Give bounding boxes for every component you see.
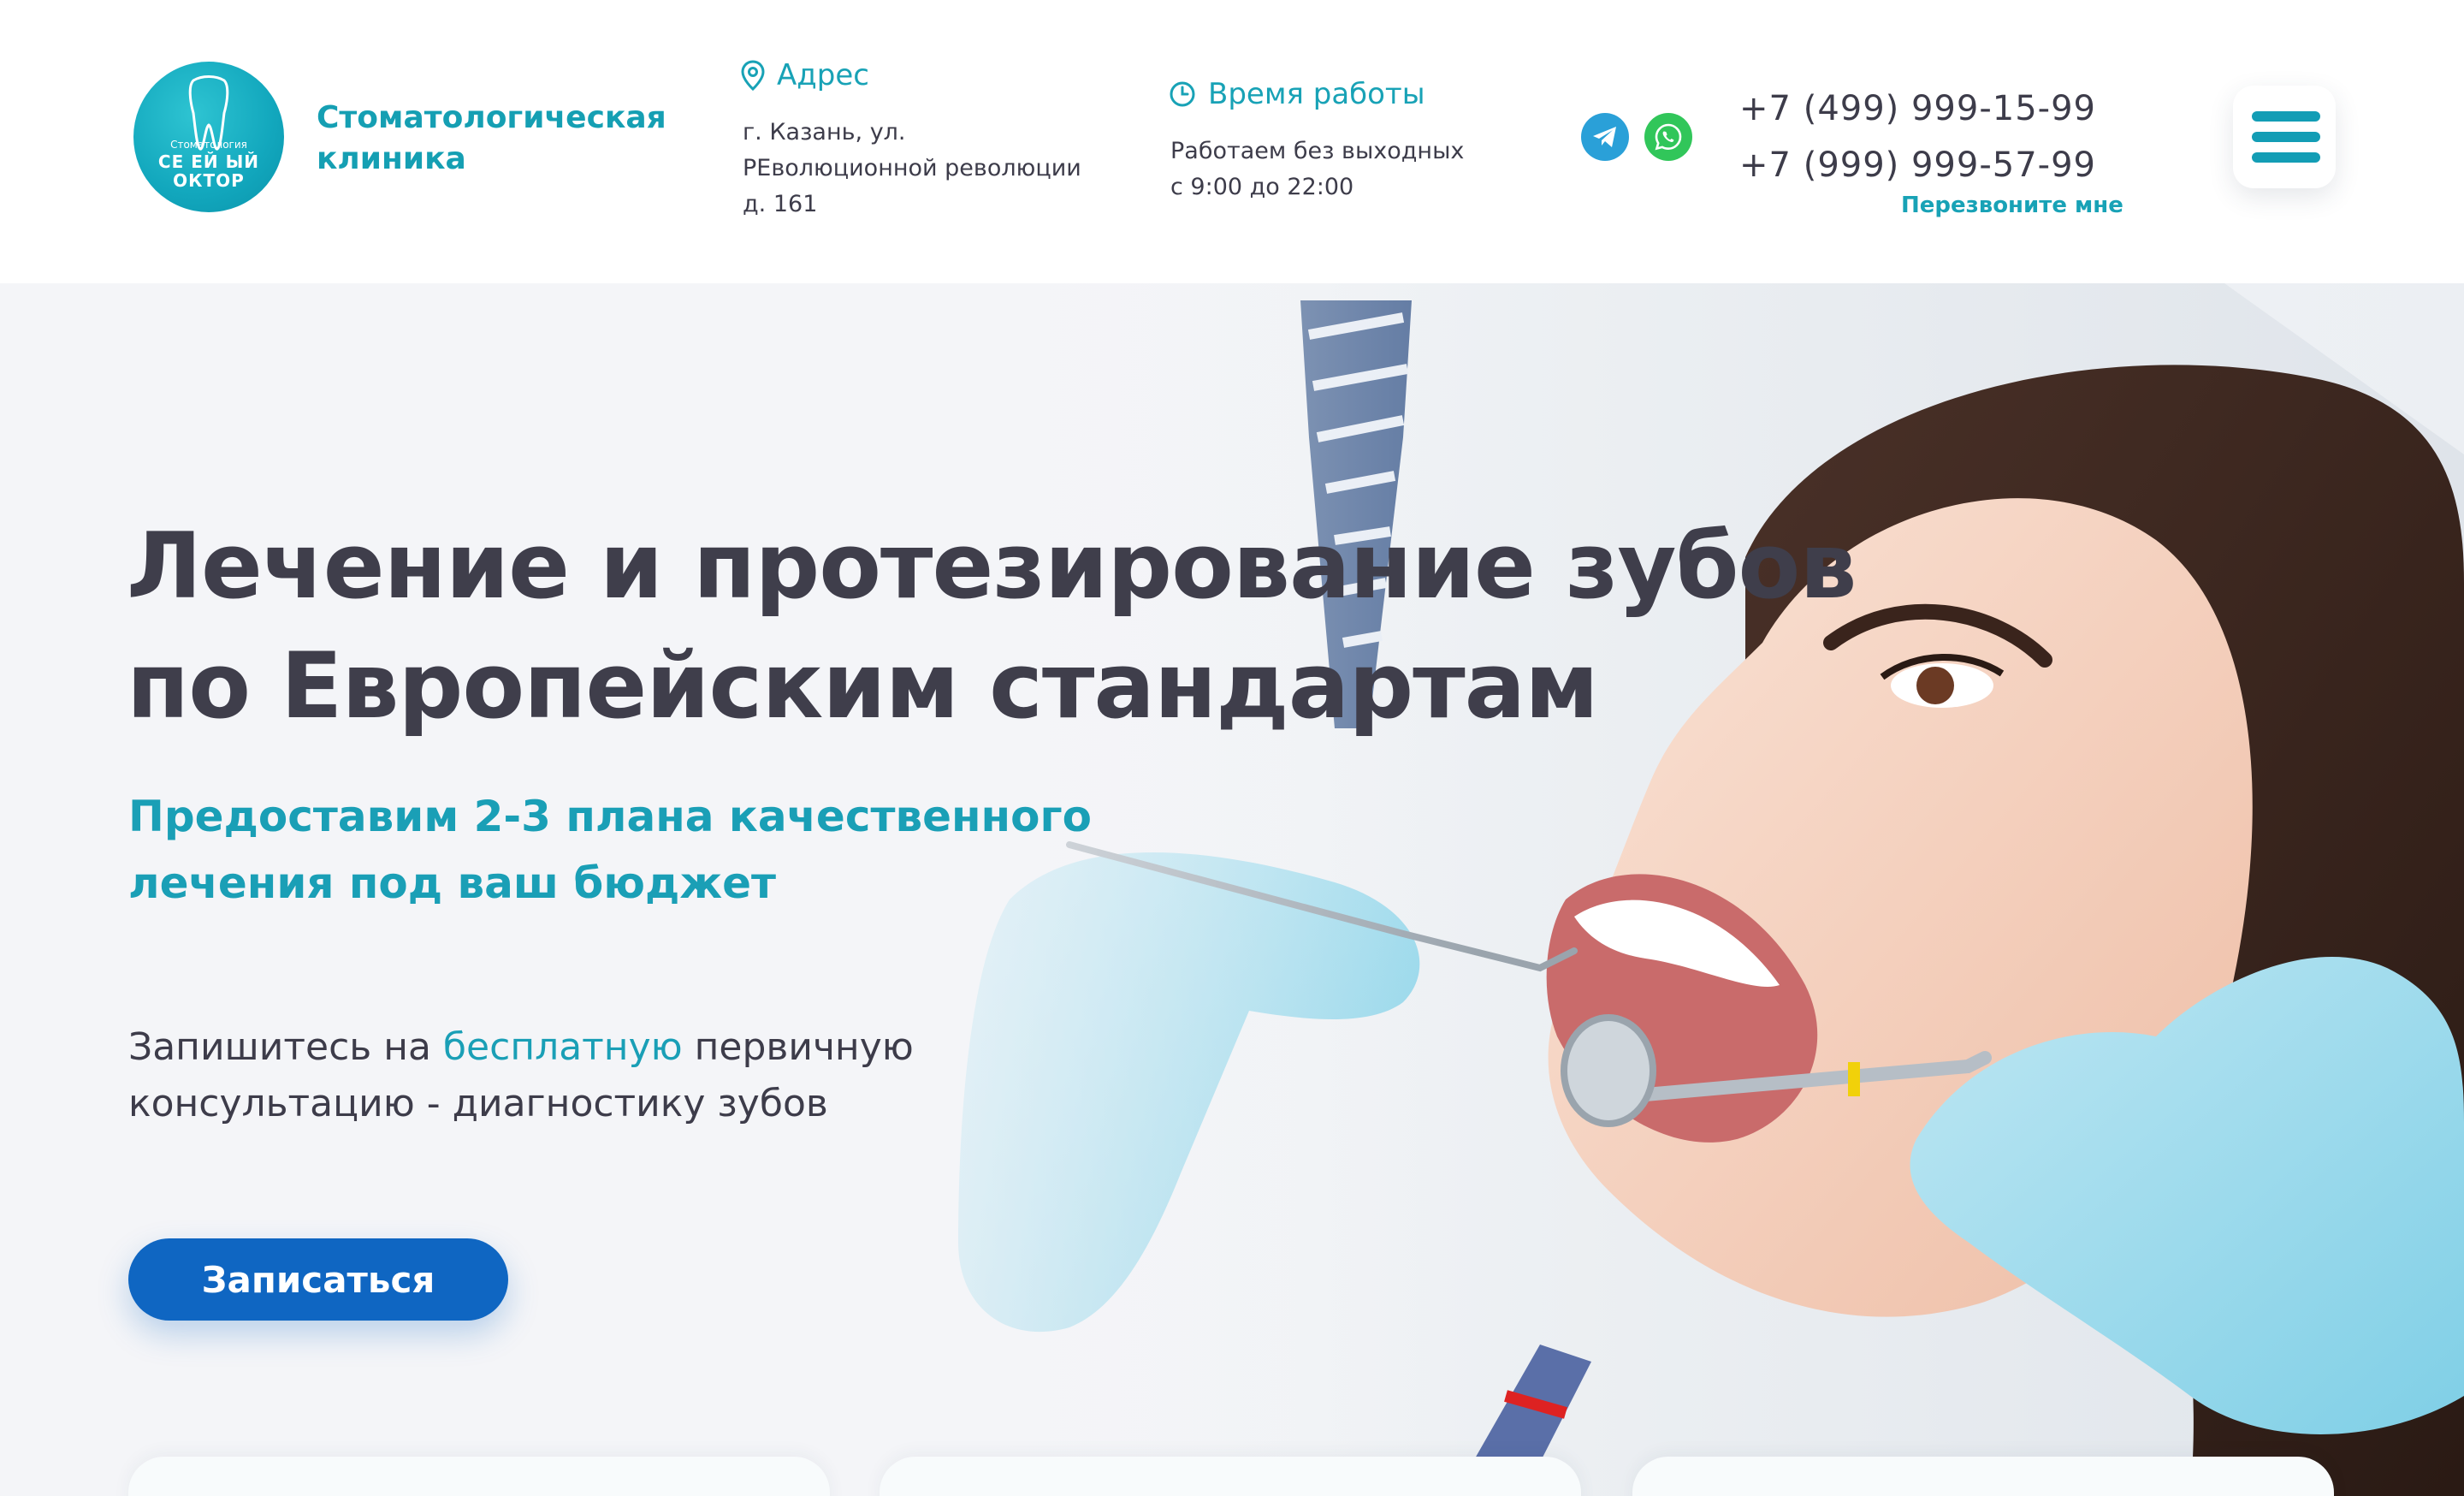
hours-title: Время работы <box>1208 77 1425 111</box>
hero-section: Лечение и протезирование зубов по Европе… <box>0 283 2464 1496</box>
hero-title-line: Лечение и протезирование зубов <box>127 514 1857 620</box>
lead-highlight: бесплатную <box>442 1025 683 1069</box>
address-line: г. Казань, ул. <box>743 119 906 145</box>
feature-card[interactable] <box>880 1457 1581 1496</box>
site-header: Стоматология СЕ ЕЙ ЫЙ ОКТОР Стоматологич… <box>0 0 2464 283</box>
signup-button[interactable]: Записаться <box>128 1238 508 1321</box>
telegram-link[interactable] <box>1581 113 1629 161</box>
logo-small-text: Стоматология <box>170 139 247 151</box>
clinic-name[interactable]: Стоматологическая клиника <box>317 98 666 180</box>
hero-subtitle-line: Предоставим 2-3 плана качественного <box>128 792 1092 841</box>
lead-text-line: консультацию - диагностику зубов <box>128 1082 828 1125</box>
lead-text-part: Запишитесь на <box>128 1025 443 1069</box>
whatsapp-link[interactable] <box>1644 113 1692 161</box>
hamburger-menu-icon <box>2252 152 2320 163</box>
whatsapp-icon <box>1655 123 1682 151</box>
feature-card[interactable] <box>128 1457 830 1496</box>
phone-link[interactable]: +7 (999) 999-57-99 <box>1739 144 2096 187</box>
hero-title-line: по Европейским стандартам <box>127 633 1599 739</box>
hours-heading: Время работы <box>1169 75 1425 113</box>
hero-subtitle: Предоставим 2-3 плана качественного лече… <box>128 783 1155 917</box>
hamburger-menu-icon <box>2252 111 2320 122</box>
address-line: д. 161 <box>743 191 818 217</box>
hours-line: Работаем без выходных <box>1170 138 1465 164</box>
clock-icon <box>1170 81 1195 107</box>
lead-text-part: первичную <box>682 1025 914 1069</box>
menu-button[interactable] <box>2233 86 2336 188</box>
address-line: РЕволюционной революции <box>743 155 1081 181</box>
logo-big-text: СЕ ЕЙ ЫЙ ОКТОР <box>157 151 260 191</box>
address-heading: Адрес <box>741 56 869 94</box>
callback-link[interactable]: Перезвоните мне <box>1901 190 2123 221</box>
hero-subtitle-line: лечения под ваш бюджет <box>128 858 776 908</box>
map-pin-icon <box>741 60 765 91</box>
hours-text: Работаем без выходных с 9:00 до 22:00 <box>1170 134 1547 205</box>
hero-lead-text: Запишитесь на бесплатную первичную консу… <box>128 1019 984 1132</box>
clinic-logo[interactable]: Стоматология СЕ ЕЙ ЫЙ ОКТОР <box>133 62 284 212</box>
hamburger-menu-icon <box>2252 132 2320 142</box>
address-text: г. Казань, ул. РЕволюционной революции д… <box>743 115 1119 223</box>
telegram-icon <box>1593 127 1616 147</box>
hero-title: Лечение и протезирование зубов по Европе… <box>127 507 1923 746</box>
feature-card[interactable] <box>1632 1457 2334 1496</box>
phone-link[interactable]: +7 (499) 999-15-99 <box>1739 87 2096 130</box>
address-title: Адрес <box>777 58 869 92</box>
hours-line: с 9:00 до 22:00 <box>1170 174 1354 200</box>
